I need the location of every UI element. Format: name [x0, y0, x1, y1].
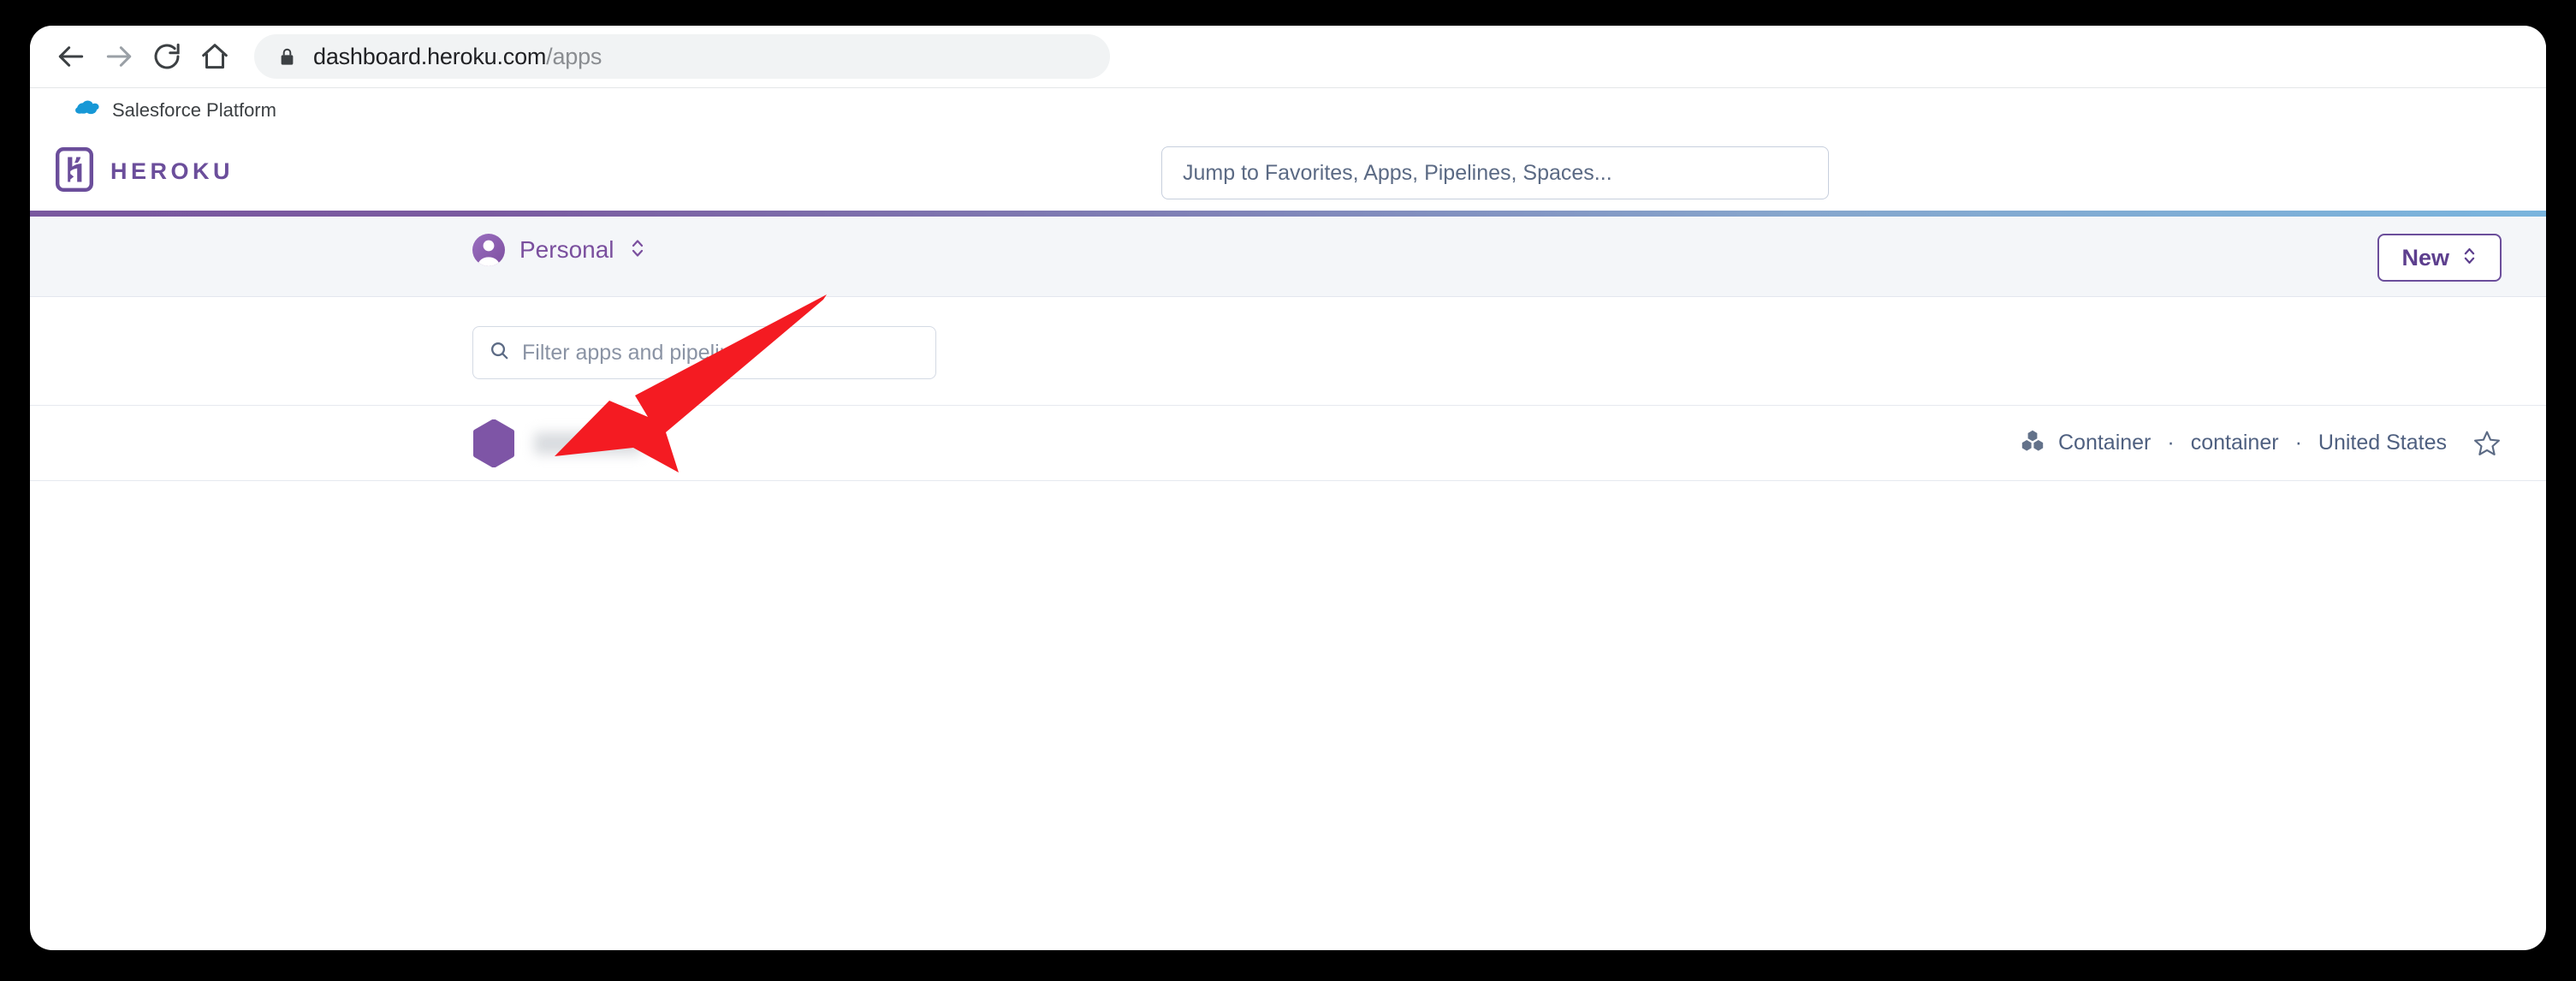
reload-icon — [151, 40, 183, 73]
address-bar[interactable]: dashboard.heroku.com/apps — [254, 34, 1110, 79]
browser-toolbar: dashboard.heroku.com/apps — [30, 26, 2546, 87]
header-gradient-bar — [30, 211, 2546, 217]
app-stack-label: Container — [2057, 431, 2152, 455]
search-icon — [489, 340, 510, 366]
lock-icon — [276, 46, 298, 68]
salesforce-cloud-icon — [74, 98, 100, 122]
filter-apps-input[interactable]: Filter apps and pipelines — [472, 326, 936, 379]
new-button-label: New — [2401, 244, 2449, 271]
arrow-left-icon — [55, 40, 87, 73]
app-region-label: United States — [2318, 431, 2447, 455]
star-outline-icon[interactable] — [2472, 429, 2502, 458]
url-host: dashboard.heroku.com — [313, 43, 547, 69]
bookmark-salesforce-platform[interactable]: Salesforce Platform — [74, 98, 276, 122]
address-bar-url: dashboard.heroku.com/apps — [313, 44, 602, 70]
filter-apps-placeholder: Filter apps and pipelines — [522, 340, 754, 365]
forward-button[interactable] — [95, 33, 143, 80]
table-row[interactable]: Container · container · United States — [30, 406, 2546, 481]
heroku-wordmark: HEROKU — [110, 158, 234, 184]
meta-separator: · — [2167, 431, 2175, 455]
arrow-right-icon — [103, 40, 135, 73]
global-search-input[interactable]: Jump to Favorites, Apps, Pipelines, Spac… — [1161, 146, 1829, 199]
hexagon-app-icon — [472, 418, 515, 468]
app-row-meta: Container · container · United States — [2021, 429, 2502, 458]
heroku-logo-icon — [56, 146, 93, 196]
heroku-home-link[interactable]: HEROKU — [56, 146, 234, 196]
bookmarks-bar: Salesforce Platform — [30, 87, 2546, 132]
user-avatar-icon — [472, 234, 505, 266]
filter-row: Filter apps and pipelines — [30, 297, 2546, 379]
global-search-placeholder: Jump to Favorites, Apps, Pipelines, Spac… — [1183, 160, 1612, 185]
bookmark-label: Salesforce Platform — [112, 98, 276, 121]
account-name-label: Personal — [519, 236, 614, 263]
back-button[interactable] — [47, 33, 95, 80]
reload-button[interactable] — [143, 33, 191, 80]
app-row-identity — [472, 418, 2021, 468]
app-type-label: container — [2190, 431, 2279, 455]
home-button[interactable] — [191, 33, 239, 80]
meta-separator: · — [2294, 431, 2302, 455]
heroku-header: HEROKU Jump to Favorites, Apps, Pipeline… — [30, 132, 2546, 211]
url-path: /apps — [546, 43, 602, 69]
container-cubes-icon — [2021, 430, 2045, 456]
account-selector[interactable]: Personal — [472, 234, 646, 266]
home-icon — [199, 40, 231, 73]
apps-list: Container · container · United States — [30, 405, 2546, 481]
chevron-up-down-icon — [629, 236, 646, 265]
app-name-label — [534, 431, 642, 455]
chevron-up-down-icon — [2461, 245, 2478, 271]
browser-window: dashboard.heroku.com/apps Salesforce Pla… — [30, 26, 2546, 950]
apps-area: Filter apps and pipelines Container · co… — [30, 297, 2546, 892]
new-button[interactable]: New — [2377, 234, 2502, 282]
account-bar: Personal New — [30, 217, 2546, 297]
